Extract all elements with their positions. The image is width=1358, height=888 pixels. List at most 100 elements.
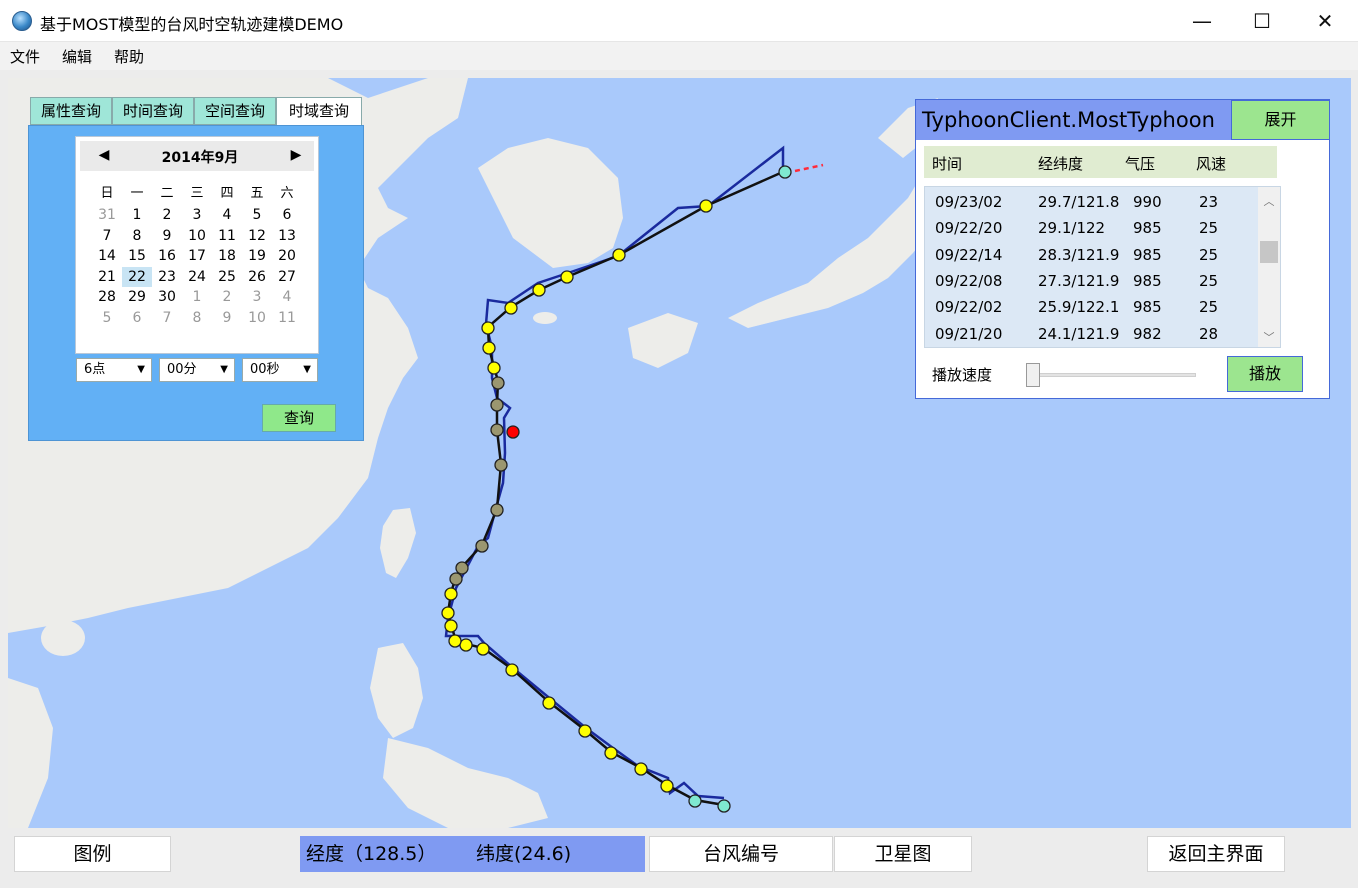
tab-attribute-query[interactable]: 属性查询 bbox=[30, 97, 112, 125]
calendar-day[interactable]: 20 bbox=[272, 246, 302, 266]
tab-spacetime-query[interactable]: 时域查询 bbox=[276, 97, 362, 125]
calendar-day[interactable]: 24 bbox=[182, 267, 212, 287]
menu-file[interactable]: 文件 bbox=[10, 46, 40, 67]
table-cell: 24.1/121.9 bbox=[1038, 324, 1120, 343]
calendar-day[interactable]: 1 bbox=[182, 287, 212, 307]
table-cell: 985 bbox=[1133, 298, 1162, 317]
calendar-day[interactable]: 21 bbox=[92, 267, 122, 287]
list-scrollbar[interactable]: ︿ ﹀ bbox=[1258, 187, 1280, 347]
calendar-prev-icon[interactable]: ◀ bbox=[94, 147, 114, 163]
scroll-down-icon[interactable]: ﹀ bbox=[1258, 329, 1280, 345]
table-row[interactable]: 09/22/14 28.3/121.9 985 25 bbox=[925, 242, 1255, 268]
coordinate-readout: 经度（128.5） 纬度(24.6) bbox=[300, 836, 645, 872]
land-luzon bbox=[370, 643, 423, 738]
calendar-day[interactable]: 2 bbox=[152, 205, 182, 225]
info-panel-title: TyphoonClient.MostTyphoon bbox=[916, 100, 1231, 140]
calendar-day[interactable]: 4 bbox=[212, 205, 242, 225]
table-row[interactable]: 09/23/02 29.7/121.8 990 23 bbox=[925, 189, 1255, 215]
table-row[interactable]: 09/22/20 29.1/122 985 25 bbox=[925, 215, 1255, 241]
calendar-day[interactable]: 23 bbox=[152, 267, 182, 287]
calendar-day[interactable]: 3 bbox=[242, 287, 272, 307]
track-point bbox=[490, 503, 504, 517]
table-row[interactable]: 09/21/20 24.1/121.9 982 28 bbox=[925, 321, 1255, 347]
play-button[interactable]: 播放 bbox=[1227, 356, 1303, 392]
calendar-day[interactable]: 13 bbox=[272, 226, 302, 246]
tab-time-query[interactable]: 时间查询 bbox=[112, 97, 194, 125]
calendar-day[interactable]: 22 bbox=[122, 266, 152, 287]
calendar-next-icon[interactable]: ▶ bbox=[286, 147, 306, 163]
expand-button[interactable]: 展开 bbox=[1231, 100, 1330, 140]
table-row[interactable]: 09/22/08 27.3/121.9 985 25 bbox=[925, 268, 1255, 294]
calendar-day[interactable]: 7 bbox=[92, 226, 122, 246]
calendar-day[interactable]: 9 bbox=[212, 308, 242, 328]
calendar-day[interactable]: 7 bbox=[152, 308, 182, 328]
maximize-button[interactable]: ☐ bbox=[1232, 0, 1292, 42]
table-row[interactable]: 09/22/02 25.9/122.1 985 25 bbox=[925, 294, 1255, 320]
calendar-day[interactable]: 5 bbox=[242, 205, 272, 225]
info-table-list[interactable]: 09/23/02 29.7/121.8 990 23 09/22/20 29.1/122 9… bbox=[924, 186, 1281, 348]
calendar-day[interactable]: 8 bbox=[122, 226, 152, 246]
calendar-day[interactable]: 5 bbox=[92, 308, 122, 328]
calendar-day[interactable]: 3 bbox=[182, 205, 212, 225]
calendar-day[interactable]: 10 bbox=[242, 308, 272, 328]
calendar-day[interactable]: 18 bbox=[212, 246, 242, 266]
calendar-day[interactable]: 25 bbox=[212, 267, 242, 287]
play-speed-track[interactable] bbox=[1028, 373, 1196, 377]
minimize-button[interactable]: — bbox=[1172, 0, 1232, 42]
legend-button[interactable]: 图例 bbox=[14, 836, 171, 872]
menu-help[interactable]: 帮助 bbox=[114, 46, 144, 67]
calendar-day[interactable]: 1 bbox=[122, 205, 152, 225]
calendar-day[interactable]: 12 bbox=[242, 226, 272, 246]
scroll-up-icon[interactable]: ︿ bbox=[1258, 193, 1280, 209]
calendar-day[interactable]: 14 bbox=[92, 246, 122, 266]
second-select[interactable]: 00秒 ▼ bbox=[242, 358, 318, 382]
menu-edit[interactable]: 编辑 bbox=[62, 46, 92, 67]
calendar-day[interactable]: 26 bbox=[242, 267, 272, 287]
calendar-month-label[interactable]: 2014年9月 bbox=[140, 147, 260, 167]
track-point bbox=[491, 376, 505, 390]
table-cell: 09/22/20 bbox=[935, 219, 1003, 238]
scrollbar-thumb[interactable] bbox=[1260, 241, 1278, 263]
play-speed-slider-thumb[interactable] bbox=[1026, 363, 1040, 387]
satellite-button[interactable]: 卫星图 bbox=[834, 836, 972, 872]
calendar-day[interactable]: 6 bbox=[272, 205, 302, 225]
land-japan-kyushu bbox=[628, 313, 698, 368]
calendar-day[interactable]: 15 bbox=[122, 246, 152, 266]
tab-space-query[interactable]: 空间查询 bbox=[194, 97, 276, 125]
calendar-day[interactable]: 11 bbox=[272, 308, 302, 328]
calendar-day[interactable]: 30 bbox=[152, 287, 182, 307]
back-to-main-button[interactable]: 返回主界面 bbox=[1147, 836, 1285, 872]
calendar-day[interactable]: 31 bbox=[92, 205, 122, 225]
track-point bbox=[717, 799, 731, 813]
calendar-weekday: 二 bbox=[160, 186, 174, 201]
calendar-day[interactable]: 6 bbox=[122, 308, 152, 328]
land-hainan bbox=[41, 620, 85, 656]
calendar-day[interactable]: 4 bbox=[272, 287, 302, 307]
calendar-day[interactable]: 17 bbox=[182, 246, 212, 266]
close-button[interactable]: ✕ bbox=[1295, 0, 1355, 42]
track-point bbox=[542, 696, 556, 710]
hour-select[interactable]: 6点 ▼ bbox=[76, 358, 152, 382]
table-cell: 29.7/121.8 bbox=[1038, 193, 1120, 211]
track-point bbox=[444, 619, 458, 633]
calendar-day[interactable]: 16 bbox=[152, 246, 182, 266]
query-button[interactable]: 查询 bbox=[262, 404, 336, 432]
calendar-day[interactable]: 8 bbox=[182, 308, 212, 328]
calendar-day[interactable]: 19 bbox=[242, 246, 272, 266]
land-vietnam bbox=[8, 678, 53, 828]
calendar-day[interactable]: 2 bbox=[212, 287, 242, 307]
table-cell: 09/21/20 bbox=[935, 324, 1003, 343]
minute-select[interactable]: 00分 ▼ bbox=[159, 358, 235, 382]
typhoon-id-button[interactable]: 台风编号 bbox=[649, 836, 833, 872]
calendar-day[interactable]: 27 bbox=[272, 267, 302, 287]
calendar-day[interactable]: 9 bbox=[152, 226, 182, 246]
query-panel: 属性查询 时间查询 空间查询 时域查询 ◀ 2014年9月 ▶ 日 一 二 三 四 五 六 3… bbox=[28, 97, 364, 441]
calendar-day[interactable]: 10 bbox=[182, 226, 212, 246]
calendar-day[interactable]: 11 bbox=[212, 226, 242, 246]
calendar-day[interactable]: 28 bbox=[92, 287, 122, 307]
calendar-day[interactable]: 29 bbox=[122, 287, 152, 307]
table-cell: 25.9/122.1 bbox=[1038, 298, 1120, 317]
calendar-weekday: 日 bbox=[100, 186, 114, 201]
title-bar: 基于MOST模型的台风时空轨迹建模DEMO — ☐ ✕ bbox=[0, 0, 1358, 42]
table-cell: 09/23/02 bbox=[935, 193, 1003, 211]
